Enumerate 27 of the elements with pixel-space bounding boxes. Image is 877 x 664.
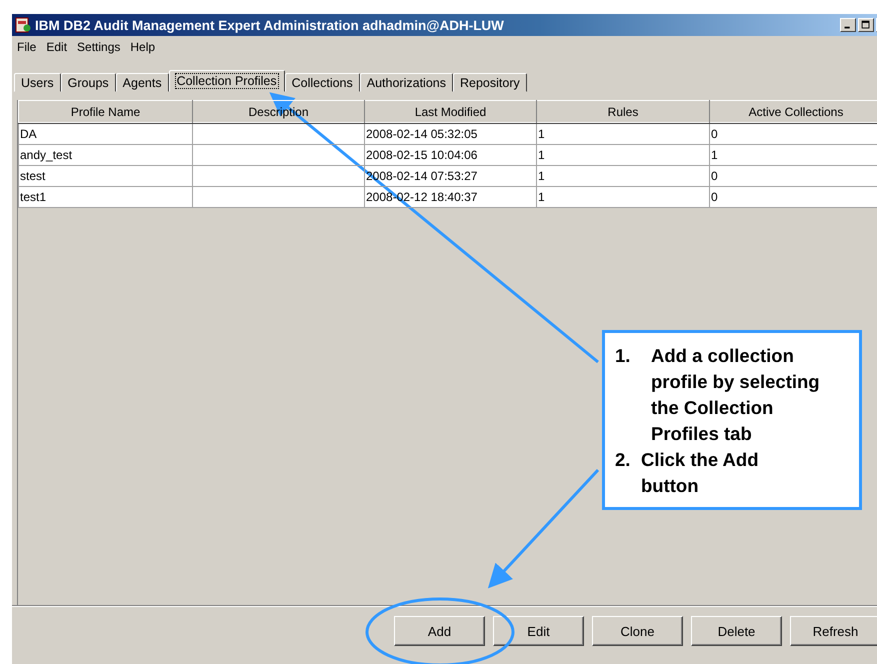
tab[interactable]: Collection Profiles — [168, 70, 285, 92]
minimize-icon[interactable] — [840, 18, 856, 32]
menu-item[interactable]: Settings — [72, 40, 126, 54]
menu-item[interactable]: Edit — [41, 40, 72, 54]
maximize-icon[interactable] — [858, 18, 874, 32]
action-button[interactable]: Refresh — [790, 616, 877, 646]
window-title: IBM DB2 Audit Management Expert Administration adhadmin@ADH-LUW — [35, 18, 504, 32]
tab[interactable]: Collections — [284, 73, 360, 92]
action-button[interactable]: Clone — [592, 616, 683, 646]
app-icon — [15, 17, 31, 33]
tab[interactable]: Repository — [452, 73, 527, 92]
action-button[interactable]: Edit — [493, 616, 584, 646]
callout-text: Add a collection profile by selecting the Collection Profiles tab — [651, 344, 821, 446]
action-button[interactable]: Delete — [691, 616, 782, 646]
tab[interactable]: Agents — [116, 73, 169, 92]
action-button[interactable]: Add — [394, 616, 485, 646]
tab[interactable]: Users — [14, 73, 61, 92]
callout-text: Click the Add button — [641, 448, 760, 498]
list-number: 1. — [615, 344, 632, 368]
column-header[interactable]: Last Modified — [364, 100, 536, 124]
tab[interactable]: Authorizations — [360, 73, 453, 92]
menu-item[interactable]: Help — [125, 40, 160, 54]
tab[interactable]: Groups — [60, 73, 116, 92]
menu-item[interactable]: File — [12, 40, 42, 54]
list-number: 2. — [615, 448, 632, 472]
column-header[interactable]: Profile Name — [18, 100, 192, 124]
column-header[interactable]: Rules — [536, 100, 710, 124]
